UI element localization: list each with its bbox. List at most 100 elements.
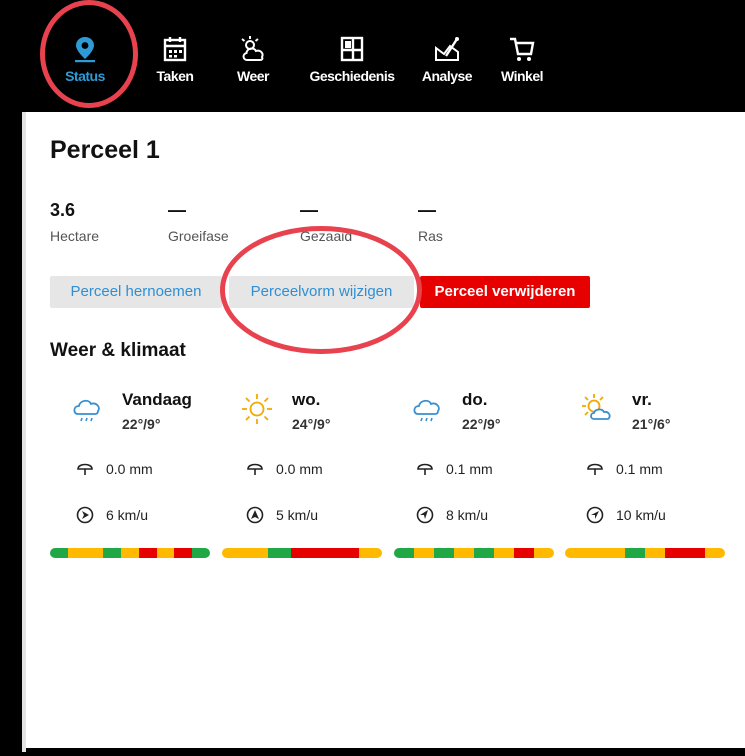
stat-value: —: [418, 200, 436, 220]
rain-amount: 0.1 mm: [446, 461, 493, 477]
forecast-day-name: Vandaag: [122, 390, 192, 409]
nav-geschiedenis[interactable]: Geschiedenis: [304, 34, 400, 110]
forecast-day-temp: 21°/6°: [632, 416, 671, 432]
condition-bar-segment: [705, 548, 725, 558]
forecast-day-name: do.: [462, 390, 488, 409]
analysis-chart-icon: [435, 37, 459, 61]
forecast-day-temp: 22°/9°: [122, 416, 161, 432]
condition-bar-segment: [50, 548, 68, 558]
condition-bar-day-2: [394, 548, 554, 558]
rain-amount: 0.0 mm: [106, 461, 153, 477]
forecast-day-name: wo.: [292, 390, 321, 409]
wind-row: 6 km/u: [76, 506, 148, 524]
page-title: Perceel 1: [50, 136, 160, 164]
condition-bar-segment: [685, 548, 705, 558]
nav-status[interactable]: Status: [50, 34, 120, 110]
condition-bar-segment: [514, 548, 534, 558]
condition-bar-segment: [645, 548, 665, 558]
condition-bar-segment: [222, 548, 245, 558]
wind-speed: 8 km/u: [446, 507, 489, 523]
delete-parcel-button[interactable]: Perceel verwijderen: [420, 276, 590, 308]
nav-label-status: Status: [65, 68, 105, 84]
stat-gezaaid: — Gezaaid: [300, 200, 352, 244]
cloud-sun-icon: [241, 36, 264, 61]
condition-bar-segment: [267, 548, 291, 558]
wind-direction-icon: [246, 506, 264, 524]
stat-value: 3.6: [50, 200, 76, 220]
rain-amount: 0.0 mm: [276, 461, 323, 477]
condition-bar-segment: [67, 548, 86, 558]
wind-direction-icon: [586, 506, 604, 524]
condition-bar-segment: [565, 548, 585, 558]
stat-value: —: [168, 200, 186, 220]
wind-row: 8 km/u: [416, 506, 488, 524]
umbrella-icon: [587, 463, 603, 475]
wind-direction-icon: [416, 506, 434, 524]
app-frame: [0, 0, 745, 756]
condition-bar-segment: [290, 548, 314, 558]
nav-winkel[interactable]: Winkel: [487, 34, 557, 110]
umbrella-icon: [77, 463, 93, 475]
rain-row: 0.1 mm: [416, 460, 493, 478]
condition-bar-segment: [434, 548, 454, 558]
rename-parcel-button[interactable]: Perceel hernoemen: [50, 276, 222, 308]
stat-hectare: 3.6 Hectare: [50, 200, 99, 244]
stat-caption: Hectare: [50, 228, 100, 244]
condition-bar-segment: [414, 548, 434, 558]
condition-bar-segment: [625, 548, 645, 558]
nav-label-geschiedenis: Geschiedenis: [309, 68, 395, 84]
wind-row: 5 km/u: [246, 506, 318, 524]
content-edge: [22, 112, 26, 752]
rain-row: 0.1 mm: [586, 460, 663, 478]
condition-bar-segment: [585, 548, 605, 558]
top-nav-bar: Status Taken Weer Geschiedenis Analyse W…: [22, 16, 745, 112]
condition-bar-day-3: [565, 548, 725, 558]
umbrella-icon: [417, 463, 433, 475]
weather-section-title: Weer & klimaat: [50, 340, 186, 361]
sun-icon: [242, 394, 272, 424]
forecast-day-temp: 24°/9°: [292, 416, 331, 432]
condition-bar-segment: [474, 548, 494, 558]
forecast-day[interactable]: do. 22°/9° 0.1 mm 8 km/u: [392, 384, 557, 564]
reshape-parcel-button[interactable]: Perceelvorm wijzigen: [229, 276, 414, 308]
rain-cloud-icon: [73, 399, 100, 422]
stat-groeifase: — Groeifase: [168, 200, 229, 244]
condition-bar-segment: [156, 548, 175, 558]
nav-label-weer: Weer: [237, 68, 269, 84]
stat-value: —: [300, 200, 318, 220]
condition-bar-segment: [454, 548, 474, 558]
condition-bar-segment: [313, 548, 337, 558]
wind-speed: 10 km/u: [616, 507, 666, 523]
wind-direction-icon: [76, 506, 94, 524]
condition-bar-segment: [665, 548, 685, 558]
condition-bar-segment: [174, 548, 193, 558]
calendar-icon: [163, 37, 187, 62]
condition-bar-segment: [121, 548, 139, 558]
rain-cloud-icon: [413, 399, 440, 422]
sun-cloud-icon: [582, 394, 611, 420]
nav-taken[interactable]: Taken: [140, 34, 210, 110]
condition-bar-segment: [336, 548, 360, 558]
umbrella-icon: [247, 463, 263, 475]
wind-speed: 6 km/u: [106, 507, 149, 523]
forecast-day-name: vr.: [632, 390, 652, 409]
condition-bar-segment: [138, 548, 157, 558]
forecast-day[interactable]: wo. 24°/9° 0.0 mm 5 km/u: [222, 384, 387, 564]
forecast-day[interactable]: vr. 21°/6° 0.1 mm 10 km/u: [562, 384, 727, 564]
condition-bar-segment: [394, 548, 414, 558]
nav-weer[interactable]: Weer: [218, 34, 288, 110]
wind-speed: 5 km/u: [276, 507, 319, 523]
map-pin-icon: [75, 37, 95, 63]
cart-icon: [510, 37, 535, 61]
condition-bar-day-0: [50, 548, 210, 558]
condition-bar-segment: [192, 548, 210, 558]
condition-bar-segment: [103, 548, 122, 558]
condition-bar-day-1: [222, 548, 382, 558]
rain-amount: 0.1 mm: [616, 461, 663, 477]
nav-analyse[interactable]: Analyse: [412, 34, 482, 110]
condition-bar-segment: [244, 548, 268, 558]
stat-caption: Gezaaid: [300, 228, 353, 244]
forecast-day-temp: 22°/9°: [462, 416, 501, 432]
condition-bar-segment: [359, 548, 382, 558]
forecast-day[interactable]: Vandaag 22°/9° 0.0 mm 6 km/u: [52, 384, 217, 564]
